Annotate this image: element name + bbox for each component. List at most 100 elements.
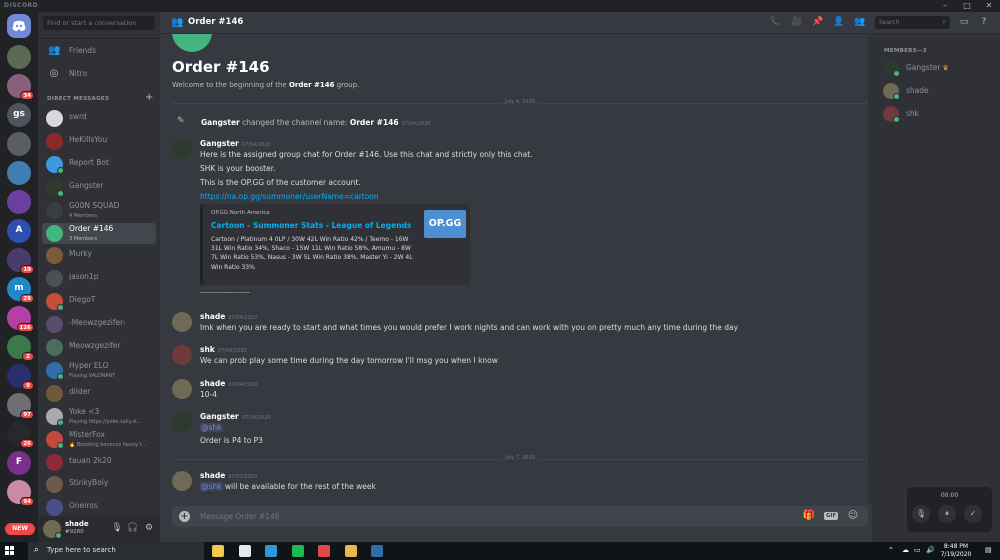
server-icon[interactable]: 94 [7, 480, 34, 506]
message-author[interactable]: Gangster 07/04/2020 [200, 412, 271, 421]
dm-item[interactable]: G00N SQUAD 4 Members [42, 200, 156, 221]
gift-icon[interactable]: 🎁 [802, 510, 816, 521]
server-icon[interactable]: 34 [7, 74, 34, 100]
message-author[interactable]: shk 07/04/2020 [200, 345, 247, 354]
message-author[interactable]: Gangster 07/04/2020 [200, 139, 271, 148]
server-icon[interactable]: A [7, 219, 31, 243]
server-icon[interactable] [7, 190, 31, 214]
server-icon[interactable]: 97 [7, 393, 34, 419]
search-input[interactable]: Search ⌕ [875, 16, 950, 29]
avatar[interactable] [172, 139, 192, 159]
checkmark-icon[interactable]: ✓ [964, 505, 982, 523]
sidebar-item-friends[interactable]: 👥 Friends [42, 42, 156, 60]
message-text: Order is P4 to P3 [200, 436, 263, 445]
taskbar-app-icon[interactable] [344, 545, 357, 557]
cloud-icon[interactable]: ☁ [902, 546, 909, 554]
message-author[interactable]: shade 07/07/2020 [200, 471, 257, 480]
system-clock[interactable]: 8:48 PM 7/19/2020 [936, 543, 976, 559]
member-item[interactable]: shade [878, 81, 994, 101]
emoji-icon[interactable]: ☺ [846, 510, 860, 521]
home-button[interactable] [7, 14, 31, 38]
volume-icon[interactable]: 🔊 [926, 546, 935, 554]
welcome-subtitle: Welcome to the beginning of the Order #1… [172, 81, 360, 89]
dm-name: Report Bot [69, 157, 109, 167]
dm-item[interactable]: Murky [42, 245, 156, 266]
headphones-icon[interactable]: 🎧 [127, 523, 139, 533]
message-input[interactable] [200, 506, 760, 527]
pinned-messages-icon[interactable]: 📌 [812, 17, 824, 27]
taskbar-search[interactable]: ⌕ Type here to search [28, 542, 204, 560]
taskbar-app-icon[interactable] [265, 545, 277, 557]
message-list[interactable]: Order #146 Welcome to the beginning of t… [160, 34, 872, 504]
sidebar-item-nitro[interactable]: ◎ Nitro [42, 65, 156, 83]
windows-start-icon[interactable] [5, 546, 15, 556]
avatar[interactable] [172, 345, 192, 365]
message-author[interactable]: shade 07/04/2020 [200, 379, 257, 388]
dm-item[interactable]: Order #146 3 Members [42, 222, 156, 244]
user-mention[interactable]: @shk [200, 423, 223, 432]
maximize-icon[interactable]: □ [956, 0, 978, 12]
video-call-icon[interactable]: 🎥 [791, 17, 803, 27]
new-badge[interactable]: NEW [5, 523, 35, 535]
server-icon[interactable] [7, 132, 31, 156]
microphone-icon[interactable]: 🎙 [111, 523, 123, 533]
member-item[interactable]: shk [878, 104, 994, 124]
dm-item[interactable]: Yoke <3 Playing https://yoke.sally.st... [42, 406, 156, 427]
dm-item[interactable]: Meowzgezifer [42, 337, 156, 358]
dm-item[interactable]: dilder [42, 383, 156, 404]
dm-item[interactable]: -Meowzgezifer- [42, 314, 156, 335]
pause-icon[interactable]: ⏸ [938, 505, 956, 523]
dm-item[interactable]: StinkyBoiy [42, 474, 156, 495]
chevron-up-icon[interactable]: ⌃ [888, 546, 894, 554]
add-friend-icon[interactable]: 👤 [833, 17, 845, 27]
find-conversation-input[interactable]: Find or start a conversation [43, 16, 155, 30]
network-icon[interactable]: ▭ [914, 546, 921, 554]
server-icon[interactable]: m 29 [7, 277, 34, 303]
server-icon[interactable]: 26 [7, 422, 34, 448]
close-icon[interactable]: ✕ [978, 0, 1000, 12]
avatar[interactable] [172, 379, 192, 399]
create-dm-button[interactable]: + [145, 92, 153, 103]
gif-button[interactable]: GIF [824, 512, 839, 520]
server-icon[interactable]: 9 [7, 364, 34, 390]
message-author[interactable]: shade 07/04/2020 [200, 312, 257, 321]
voice-call-icon[interactable]: 📞 [770, 17, 782, 27]
dm-item[interactable]: tauan 2k20 [42, 452, 156, 473]
help-icon[interactable]: ? [978, 17, 990, 27]
server-icon[interactable]: gs [7, 103, 31, 127]
minimize-icon[interactable]: – [934, 0, 956, 12]
taskbar-app-icon[interactable] [371, 545, 383, 557]
member-list-icon[interactable]: 👥 [854, 17, 866, 27]
mute-icon[interactable]: 🎙 [912, 505, 930, 523]
embed-title[interactable]: Cartoon - Summoner Stats - League of Leg… [211, 221, 411, 230]
taskbar-app-icon[interactable] [238, 545, 251, 557]
upload-plus-icon[interactable]: + [179, 511, 190, 522]
server-icon[interactable] [7, 45, 31, 69]
dm-item[interactable]: HeKillsYou [42, 131, 156, 152]
message-link[interactable]: https://na.op.gg/summoner/userName=carto… [200, 192, 379, 201]
avatar[interactable] [172, 412, 192, 432]
avatar[interactable] [172, 312, 192, 332]
dm-item[interactable]: MisterFox 🔥 Boosting bonecce heavy t... [42, 429, 156, 450]
avatar[interactable] [172, 471, 192, 491]
gear-icon[interactable]: ⚙ [143, 523, 155, 533]
inbox-icon[interactable]: ▭ [958, 17, 970, 27]
taskbar-app-icon[interactable] [212, 545, 224, 557]
dm-item[interactable]: jason1p [42, 268, 156, 289]
taskbar-app-icon[interactable] [291, 545, 304, 557]
user-mention[interactable]: @shk [200, 482, 223, 491]
dm-item[interactable]: Report Bot [42, 154, 156, 175]
notification-icon[interactable]: ▤ [985, 546, 992, 554]
embed-thumbnail[interactable]: OP.GG [424, 210, 466, 238]
taskbar-app-icon[interactable] [318, 545, 330, 557]
dm-item[interactable]: swrd [42, 108, 156, 129]
server-icon[interactable] [7, 161, 31, 185]
server-icon[interactable]: 126 [7, 306, 34, 332]
dm-item[interactable]: Hyper ELO Playing VALORANT [42, 360, 156, 381]
server-icon[interactable]: F [7, 451, 31, 475]
server-icon[interactable]: 19 [7, 248, 34, 274]
member-item[interactable]: Gangster ♛ [878, 58, 994, 78]
dm-item[interactable]: Gangster [42, 177, 156, 198]
dm-item[interactable]: DiegoT [42, 291, 156, 312]
server-icon[interactable]: 2 [7, 335, 34, 361]
